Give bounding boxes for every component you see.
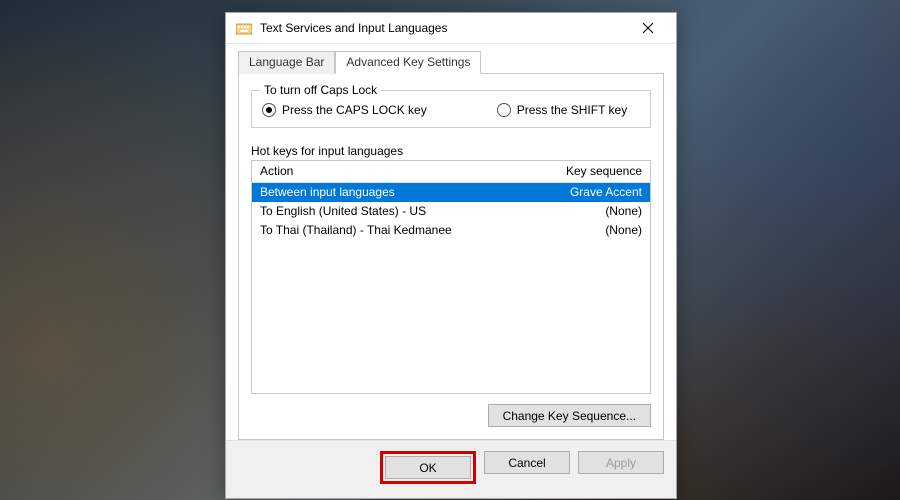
dialog-body: Language Bar Advanced Key Settings To tu… <box>226 44 676 440</box>
radio-icon <box>497 103 511 117</box>
list-item-keyseq: Grave Accent <box>532 184 642 200</box>
radio-label: Press the CAPS LOCK key <box>282 103 427 117</box>
tab-language-bar[interactable]: Language Bar <box>238 51 335 74</box>
close-icon <box>643 23 653 33</box>
radio-shift-key[interactable]: Press the SHIFT key <box>497 103 627 117</box>
desktop-background: Text Services and Input Languages Langua… <box>0 0 900 500</box>
col-header-keyseq: Key sequence <box>532 164 642 178</box>
tabstrip: Language Bar Advanced Key Settings <box>238 50 664 73</box>
radio-label: Press the SHIFT key <box>517 103 627 117</box>
list-item-keyseq: (None) <box>532 222 642 238</box>
window-title: Text Services and Input Languages <box>260 21 628 35</box>
hotkeys-label: Hot keys for input languages <box>251 144 651 158</box>
radio-capslock-key[interactable]: Press the CAPS LOCK key <box>262 103 427 117</box>
ok-highlight: OK <box>380 451 476 484</box>
list-item-action: Between input languages <box>260 184 532 200</box>
titlebar: Text Services and Input Languages <box>226 13 676 44</box>
col-header-action: Action <box>260 164 532 178</box>
list-item[interactable]: To Thai (Thailand) - Thai Kedmanee(None) <box>252 221 650 240</box>
tab-advanced-key-settings[interactable]: Advanced Key Settings <box>335 51 481 74</box>
capslock-legend: To turn off Caps Lock <box>260 83 381 97</box>
list-item[interactable]: Between input languagesGrave Accent <box>252 183 650 202</box>
text-services-dialog: Text Services and Input Languages Langua… <box>225 12 677 499</box>
list-item-keyseq: (None) <box>532 203 642 219</box>
radio-icon <box>262 103 276 117</box>
list-item-action: To Thai (Thailand) - Thai Kedmanee <box>260 222 532 238</box>
ok-button[interactable]: OK <box>385 456 471 479</box>
listview-rows: Between input languagesGrave AccentTo En… <box>252 183 650 393</box>
apply-button[interactable]: Apply <box>578 451 664 474</box>
list-item[interactable]: To English (United States) - US(None) <box>252 202 650 221</box>
app-icon <box>236 20 252 36</box>
list-item-action: To English (United States) - US <box>260 203 532 219</box>
cancel-button[interactable]: Cancel <box>484 451 570 474</box>
hotkeys-listview[interactable]: Action Key sequence Between input langua… <box>251 160 651 394</box>
capslock-groupbox: To turn off Caps Lock Press the CAPS LOC… <box>251 90 651 128</box>
listview-header: Action Key sequence <box>252 161 650 183</box>
close-button[interactable] <box>628 15 668 41</box>
tab-panel-advanced: To turn off Caps Lock Press the CAPS LOC… <box>238 73 664 440</box>
dialog-footer: OK Cancel Apply <box>226 440 676 498</box>
change-key-sequence-button[interactable]: Change Key Sequence... <box>488 404 651 427</box>
